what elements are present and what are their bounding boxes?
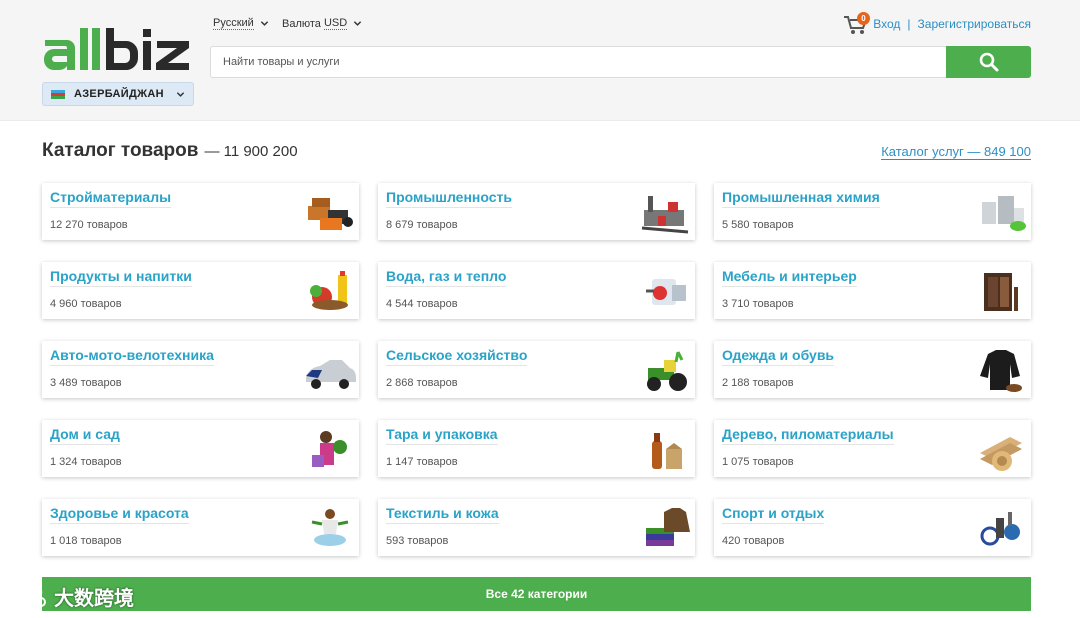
catalog-count: — 11 900 200 — [204, 143, 298, 160]
search-input[interactable] — [210, 46, 946, 78]
category-count: 3 489 товаров — [50, 377, 122, 389]
packaging-icon — [652, 433, 682, 469]
all-categories-button[interactable]: Все 42 категории — [42, 577, 1031, 611]
category-card[interactable]: Тара и упаковка 1 147 товаров — [378, 420, 695, 477]
category-count: 1 147 товаров — [386, 456, 458, 468]
catalog-title-row: Каталог товаров — 11 900 200 Каталог услу… — [42, 140, 1031, 166]
category-count: 8 679 товаров — [386, 219, 458, 231]
furniture-icon — [984, 273, 1018, 311]
category-name[interactable]: Мебель и интерьер — [722, 268, 857, 287]
clothing-icon — [980, 350, 1022, 392]
wood-icon — [980, 437, 1022, 471]
currency-label: Валюта — [282, 17, 321, 30]
category-name[interactable]: Продукты и напитки — [50, 268, 192, 287]
azerbaijan-flag-icon — [51, 89, 65, 99]
health-beauty-icon — [311, 509, 349, 546]
category-count: 4 960 товаров — [50, 298, 122, 310]
sport-icon — [980, 512, 1020, 546]
category-name[interactable]: Дерево, пиломатериалы — [722, 426, 894, 445]
category-count: 3 710 товаров — [722, 298, 794, 310]
services-catalog-link[interactable]: Каталог услуг — 849 100 — [881, 145, 1031, 160]
category-card[interactable]: Продукты и напитки 4 960 товаров — [42, 262, 359, 319]
auth-separator: | — [907, 17, 911, 31]
watermark-text: 大数跨境 — [54, 587, 134, 610]
catalog-title: Каталог товаров — [42, 140, 199, 161]
page-title: Каталог товаров — 11 900 200 — [42, 140, 298, 162]
category-name[interactable]: Дом и сад — [50, 426, 120, 445]
category-name[interactable]: Спорт и отдых — [722, 505, 825, 524]
car-icon — [306, 360, 356, 389]
category-card[interactable]: Дерево, пиломатериалы 1 075 товаров — [714, 420, 1031, 477]
category-count: 420 товаров — [722, 535, 785, 547]
cart-count-badge: 0 — [857, 12, 870, 25]
chevron-down-icon — [260, 21, 268, 26]
register-link[interactable]: Зарегистрироваться — [918, 17, 1031, 31]
category-name[interactable]: Авто-мото-велотехника — [50, 347, 214, 366]
category-card[interactable]: Текстиль и кожа 593 товаров — [378, 499, 695, 556]
food-drinks-icon — [310, 271, 348, 310]
category-grid: Стройматериалы 12 270 товаров Промышленнос… — [42, 183, 1031, 556]
category-card[interactable]: Авто-мото-велотехника 3 489 товаров — [42, 341, 359, 398]
currency-value: USD — [323, 17, 348, 30]
allbiz-logo[interactable] — [42, 26, 196, 74]
category-count: 4 544 товаров — [386, 298, 458, 310]
category-card[interactable]: Промышленная химия 5 580 товаров — [714, 183, 1031, 240]
home-garden-icon — [312, 431, 347, 467]
category-card[interactable]: Мебель и интерьер 3 710 товаров — [714, 262, 1031, 319]
category-count: 2 188 товаров — [722, 377, 794, 389]
category-card[interactable]: Вода, газ и тепло 4 544 товаров — [378, 262, 695, 319]
chevron-down-icon — [354, 21, 362, 26]
country-name: АЗЕРБАЙДЖАН — [74, 88, 164, 100]
watermark-logo-icon — [9, 584, 46, 607]
chemistry-icon — [982, 196, 1026, 231]
site-header: АЗЕРБАЙДЖАН Русский Валюта USD 0 Вход | … — [0, 0, 1080, 121]
category-card[interactable]: Сельское хозяйство 2 868 товаров — [378, 341, 695, 398]
category-card[interactable]: Спорт и отдых 420 товаров — [714, 499, 1031, 556]
search-button[interactable] — [946, 46, 1031, 78]
category-card[interactable]: Стройматериалы 12 270 товаров — [42, 183, 359, 240]
login-link[interactable]: Вход — [873, 17, 900, 31]
category-card[interactable]: Здоровье и красота 1 018 товаров — [42, 499, 359, 556]
industry-icon — [641, 196, 689, 234]
category-count: 593 товаров — [386, 535, 449, 547]
category-name[interactable]: Сельское хозяйство — [386, 347, 528, 366]
category-card[interactable]: Промышленность 8 679 товаров — [378, 183, 695, 240]
building-materials-icon — [308, 198, 353, 230]
category-name[interactable]: Стройматериалы — [50, 189, 172, 208]
search-icon — [979, 52, 998, 72]
auth-links: Вход | Зарегистрироваться — [873, 17, 1031, 31]
category-name[interactable]: Здоровье и красота — [50, 505, 189, 524]
currency-selector[interactable]: Валюта USD — [282, 17, 362, 30]
category-count: 1 324 товаров — [50, 456, 122, 468]
category-name[interactable]: Одежда и обувь — [722, 347, 835, 366]
country-selector[interactable]: АЗЕРБАЙДЖАН — [42, 82, 194, 106]
category-card[interactable]: Дом и сад 1 324 товаров — [42, 420, 359, 477]
textile-icon — [646, 508, 690, 546]
category-count: 12 270 товаров — [50, 219, 128, 231]
category-name[interactable]: Тара и упаковка — [386, 426, 498, 445]
category-name[interactable]: Промышленность — [386, 189, 512, 208]
chevron-down-icon — [176, 91, 185, 97]
watermark: 大数跨境 — [8, 580, 134, 612]
category-count: 5 580 товаров — [722, 219, 794, 231]
category-card[interactable]: Одежда и обувь 2 188 товаров — [714, 341, 1031, 398]
language-selector[interactable]: Русский — [213, 17, 269, 30]
category-count: 1 018 товаров — [50, 535, 122, 547]
language-label: Русский — [213, 17, 254, 30]
category-name[interactable]: Текстиль и кожа — [386, 505, 499, 524]
water-gas-heat-icon — [646, 279, 686, 305]
category-name[interactable]: Промышленная химия — [722, 189, 880, 208]
tractor-icon — [647, 351, 687, 391]
search-bar — [210, 46, 1031, 78]
category-count: 2 868 товаров — [386, 377, 458, 389]
category-name[interactable]: Вода, газ и тепло — [386, 268, 507, 287]
category-count: 1 075 товаров — [722, 456, 794, 468]
